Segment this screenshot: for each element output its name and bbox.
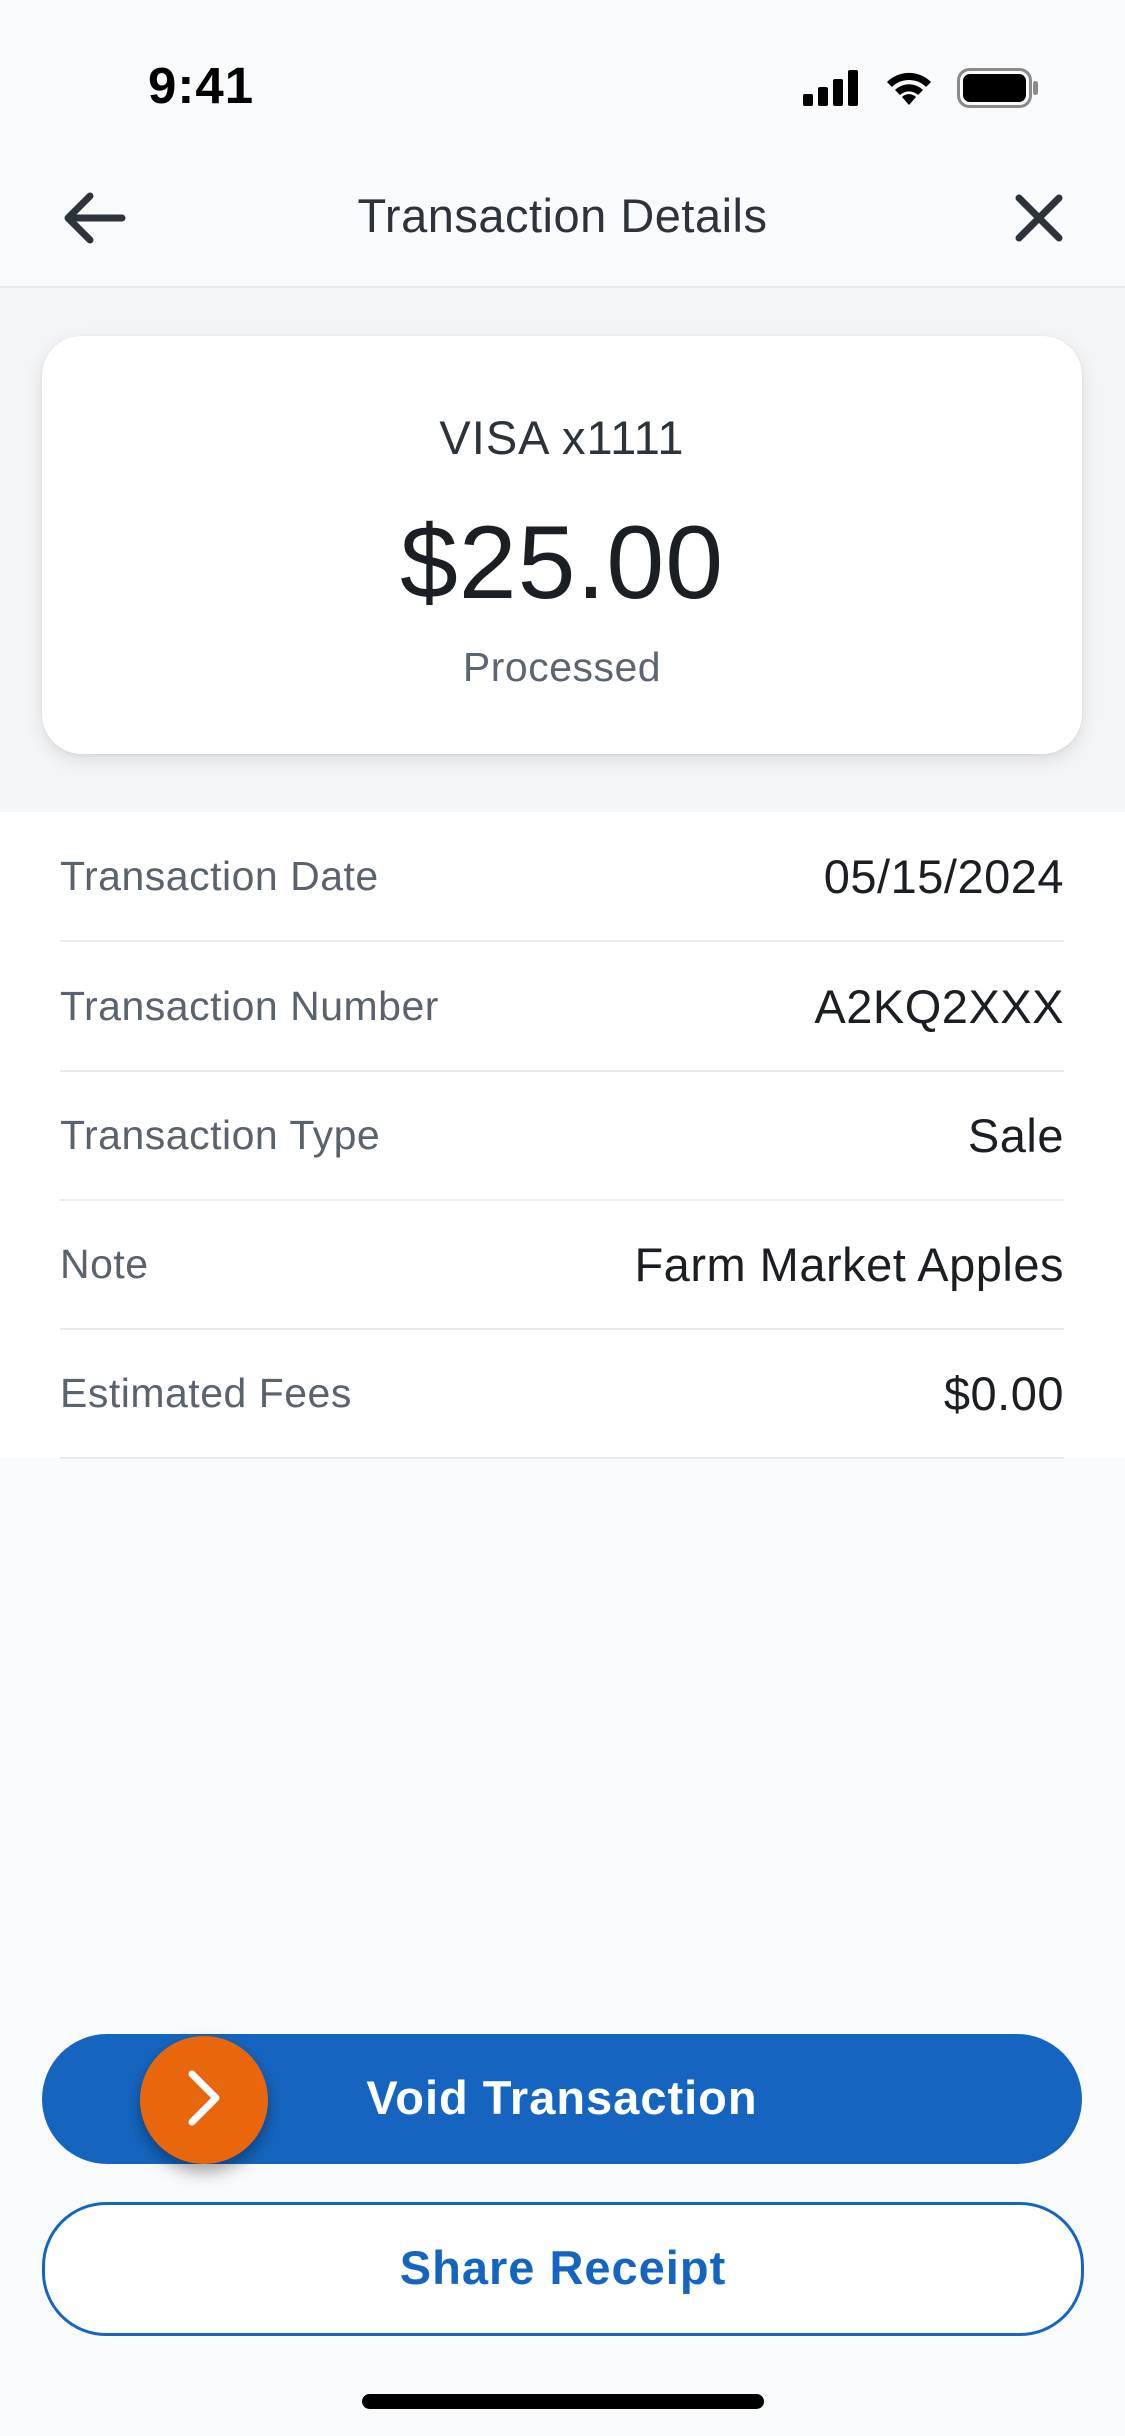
transaction-status: Processed [462,644,662,690]
transaction-amount: $25.00 [399,505,725,621]
detail-value: A2KQ2XXX [814,979,1064,1033]
close-icon [1013,192,1065,249]
detail-label: Transaction Number [60,982,439,1029]
detail-value: $0.00 [943,1366,1064,1420]
chevron-right-icon [182,2068,226,2133]
detail-value: Farm Market Apples [634,1237,1064,1291]
navigation-header: Transaction Details [0,160,1125,288]
detail-row-transaction-number: Transaction Number A2KQ2XXX [60,942,1064,1072]
detail-value: Sale [967,1108,1064,1162]
battery-icon [957,68,1039,113]
detail-row-transaction-date: Transaction Date 05/15/2024 [60,812,1064,942]
detail-row-estimated-fees: Estimated Fees $0.00 [60,1329,1064,1459]
share-receipt-button[interactable]: Share Receipt [42,2202,1084,2336]
detail-label: Estimated Fees [60,1369,352,1416]
transaction-details-list: Transaction Date 05/15/2024 Transaction … [0,812,1125,1459]
status-time: 9:41 [148,57,255,114]
detail-label: Note [60,1240,149,1287]
summary-area: VISA x1111 $25.00 Processed [0,288,1125,812]
share-receipt-label: Share Receipt [399,2241,727,2294]
status-icons [803,68,1039,113]
status-bar: 9:41 [0,0,1125,160]
transaction-summary-card: VISA x1111 $25.00 Processed [42,336,1082,754]
home-indicator [362,2394,764,2409]
wifi-icon [883,69,935,112]
detail-label: Transaction Type [60,1111,381,1158]
detail-label: Transaction Date [60,852,379,899]
detail-value: 05/15/2024 [823,849,1064,903]
detail-row-transaction-type: Transaction Type Sale [60,1071,1064,1201]
signal-icon [803,70,861,111]
close-button[interactable] [999,180,1079,260]
page-title: Transaction Details [357,189,768,242]
slide-to-void-handle[interactable] [140,2036,268,2164]
card-label: VISA x1111 [439,411,685,464]
detail-row-note: Note Farm Market Apples [60,1200,1064,1330]
